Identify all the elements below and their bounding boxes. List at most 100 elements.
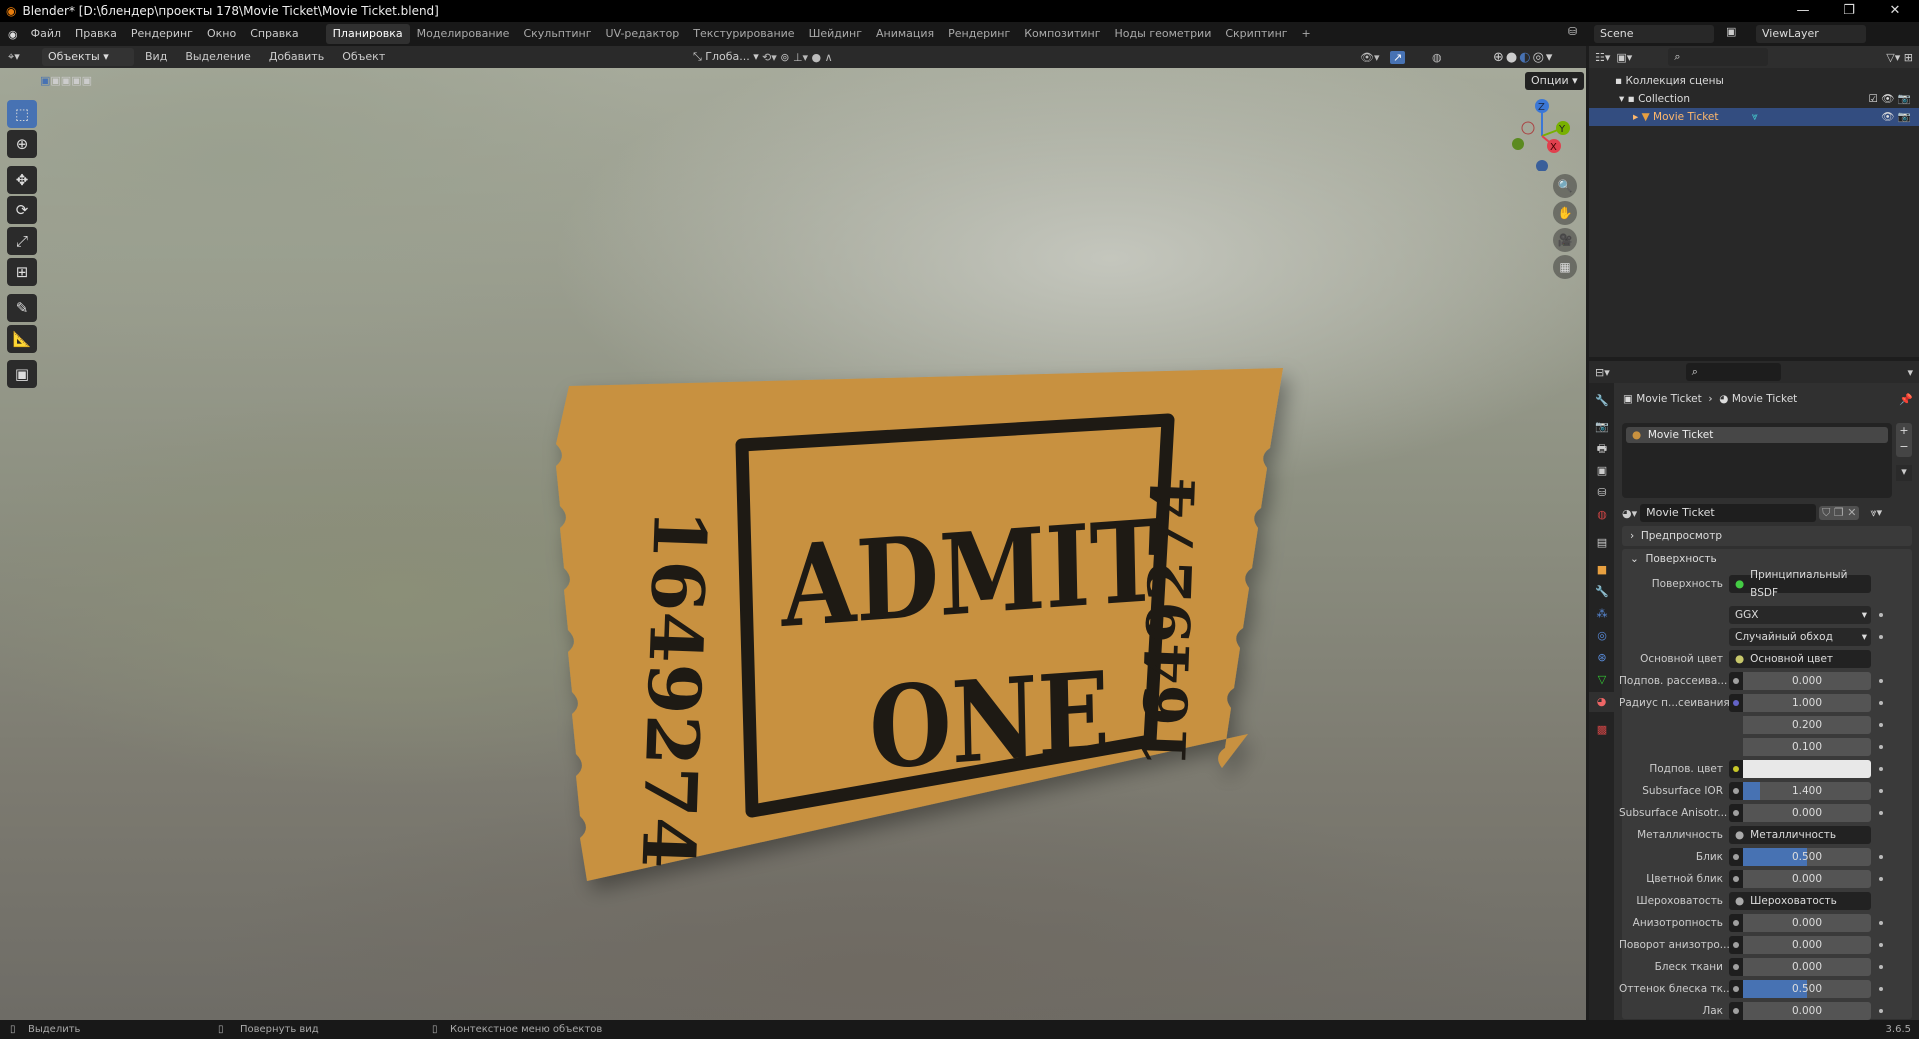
outliner-object-movie-ticket[interactable]: ▸ ▼ Movie Ticket ⩔ 👁 📷	[1589, 108, 1919, 126]
minimize-button[interactable]: —	[1780, 0, 1826, 22]
annotate-tool-icon[interactable]: ✎	[7, 294, 37, 322]
blender-menu-icon[interactable]: ◉	[8, 28, 18, 41]
outliner-scene-collection[interactable]: ▪ Коллекция сцены	[1589, 72, 1919, 90]
property-link-field[interactable]: ● Шероховатость	[1729, 892, 1871, 910]
property-value-field[interactable]: 0.000	[1743, 936, 1871, 954]
close-button[interactable]: ✕	[1872, 0, 1918, 22]
menu-help[interactable]: Справка	[243, 22, 305, 46]
measure-tool-icon[interactable]: 📐	[7, 325, 37, 353]
tab-geometry-nodes[interactable]: Ноды геометрии	[1108, 24, 1219, 44]
socket-icon[interactable]	[1729, 1002, 1743, 1020]
output-tab-icon[interactable]: 🖶	[1592, 439, 1612, 459]
socket-icon[interactable]	[1729, 914, 1743, 932]
tab-animation[interactable]: Анимация	[869, 24, 941, 44]
cursor-tool-icon[interactable]: ⊕	[7, 130, 37, 158]
property-link-field[interactable]: ● Основной цвет	[1729, 650, 1871, 668]
transform-tool-icon[interactable]: ⊞	[7, 258, 37, 286]
keyframe-icon[interactable]	[1879, 877, 1883, 881]
scene-tab-icon[interactable]: ⛁	[1592, 483, 1612, 503]
menu-object[interactable]: Объект	[335, 45, 392, 69]
slot-add-remove-buttons[interactable]: + −	[1896, 423, 1912, 457]
keyframe-icon[interactable]	[1879, 679, 1883, 683]
socket-icon[interactable]	[1729, 848, 1743, 866]
socket-icon[interactable]	[1729, 804, 1743, 822]
editor-type-icon[interactable]: ⌖▾	[8, 50, 38, 64]
property-value-field[interactable]: 0.000	[1743, 870, 1871, 888]
add-cube-tool-icon[interactable]: ▣	[7, 360, 37, 388]
socket-icon[interactable]	[1729, 760, 1743, 778]
menu-select[interactable]: Выделение	[178, 45, 258, 69]
3d-viewport[interactable]: ADMIT ONE 1649274 1649274 ▣▣▣▣▣ Опции ▾ …	[0, 68, 1586, 1020]
object-tab-icon[interactable]: ■	[1592, 560, 1612, 580]
add-workspace-icon[interactable]: +	[1295, 24, 1318, 44]
keyframe-icon[interactable]	[1879, 987, 1883, 991]
properties-options-icon[interactable]: ▾	[1907, 366, 1913, 379]
modifier-tab-icon[interactable]: 🔧	[1592, 582, 1612, 602]
view-layer-selector[interactable]: ViewLayer	[1756, 25, 1866, 43]
perspective-toggle-icon[interactable]: ▦	[1553, 255, 1577, 279]
zoom-view-icon[interactable]: 🔍	[1553, 174, 1577, 198]
material-actions-icons[interactable]: ⛉ ❐ ✕	[1819, 506, 1860, 520]
keyframe-icon[interactable]	[1879, 1009, 1883, 1013]
view-layer-tab-icon[interactable]: ▣	[1592, 461, 1612, 481]
world-tab-icon[interactable]: ◍	[1592, 505, 1612, 525]
data-tab-icon[interactable]: ▽	[1592, 670, 1612, 690]
keyframe-icon[interactable]	[1879, 745, 1883, 749]
overlay-icon[interactable]: ◍	[1432, 51, 1442, 64]
tab-scripting[interactable]: Скриптинг	[1218, 24, 1294, 44]
property-value-field[interactable]: 0.000	[1743, 804, 1871, 822]
material-name-field[interactable]: Movie Ticket	[1640, 504, 1817, 522]
property-value-field[interactable]: 0.100	[1743, 738, 1871, 756]
keyframe-icon[interactable]	[1879, 855, 1883, 859]
property-link-field[interactable]: ● Металличность	[1729, 826, 1871, 844]
tab-sculpting[interactable]: Скульптинг	[516, 24, 598, 44]
pin-icon[interactable]: 📌	[1899, 393, 1913, 406]
material-slot[interactable]: ● Movie Ticket	[1626, 427, 1888, 443]
socket-icon[interactable]	[1729, 694, 1743, 712]
property-value-field[interactable]: 0.500	[1743, 848, 1871, 866]
property-value-field[interactable]: 0.000	[1743, 914, 1871, 932]
subsurface-method-dropdown[interactable]: Случайный обход ▾	[1729, 628, 1871, 646]
maximize-button[interactable]: ❐	[1826, 0, 1872, 22]
keyframe-icon[interactable]	[1879, 943, 1883, 947]
property-value-field[interactable]: 0.200	[1743, 716, 1871, 734]
socket-icon[interactable]	[1729, 672, 1743, 690]
property-value-field[interactable]: 1.000	[1743, 694, 1871, 712]
transform-orientation[interactable]: ⤡ Глоба... ▾	[686, 45, 766, 69]
menu-edit[interactable]: Правка	[68, 22, 124, 46]
keyframe-icon[interactable]	[1879, 789, 1883, 793]
property-value-field[interactable]: 0.500	[1743, 980, 1871, 998]
tab-shading[interactable]: Шейдинг	[802, 24, 869, 44]
collection-tab-icon[interactable]: ▤	[1592, 533, 1612, 553]
camera-view-icon[interactable]: 🎥	[1553, 228, 1577, 252]
move-tool-icon[interactable]: ✥	[7, 166, 37, 194]
property-value-field[interactable]: 0.000	[1743, 958, 1871, 976]
menu-render[interactable]: Рендеринг	[124, 22, 200, 46]
panel-preview[interactable]: › Предпросмотр	[1622, 526, 1912, 546]
pan-view-icon[interactable]: ✋	[1553, 201, 1577, 225]
filter-view-icon[interactable]: ▣▾	[1616, 51, 1632, 64]
keyframe-icon[interactable]	[1879, 811, 1883, 815]
scene-icon[interactable]: ⛁	[1568, 25, 1590, 43]
tab-compositing[interactable]: Композитинг	[1017, 24, 1107, 44]
socket-icon[interactable]	[1729, 958, 1743, 976]
outliner-search[interactable]: ⌕	[1668, 48, 1769, 66]
tab-modeling[interactable]: Моделирование	[410, 24, 517, 44]
material-browse-icon[interactable]: ◕▾	[1622, 507, 1637, 520]
surface-shader-field[interactable]: ● Принципиальный BSDF	[1729, 569, 1871, 599]
tab-uv-editing[interactable]: UV-редактор	[599, 24, 687, 44]
mode-selector[interactable]: Объекты ▾	[42, 48, 134, 66]
property-value-field[interactable]: 1.400	[1743, 782, 1871, 800]
scale-tool-icon[interactable]: ⤢	[7, 227, 37, 255]
tool-tab-icon[interactable]: 🔧	[1592, 391, 1612, 411]
socket-icon[interactable]	[1729, 936, 1743, 954]
object-visibility-icons[interactable]: 👁 📷	[1881, 108, 1911, 126]
material-tab-icon[interactable]: ◕	[1589, 692, 1614, 712]
socket-icon[interactable]	[1729, 782, 1743, 800]
material-slots-list[interactable]: ● Movie Ticket	[1622, 423, 1892, 498]
navigation-gizmo[interactable]: Z Y X	[1500, 96, 1580, 171]
menu-file[interactable]: Файл	[24, 22, 68, 46]
property-value-field[interactable]	[1743, 760, 1871, 778]
link-type-icon[interactable]: ⩔▾	[1870, 506, 1882, 520]
render-tab-icon[interactable]: 📷	[1592, 417, 1612, 437]
